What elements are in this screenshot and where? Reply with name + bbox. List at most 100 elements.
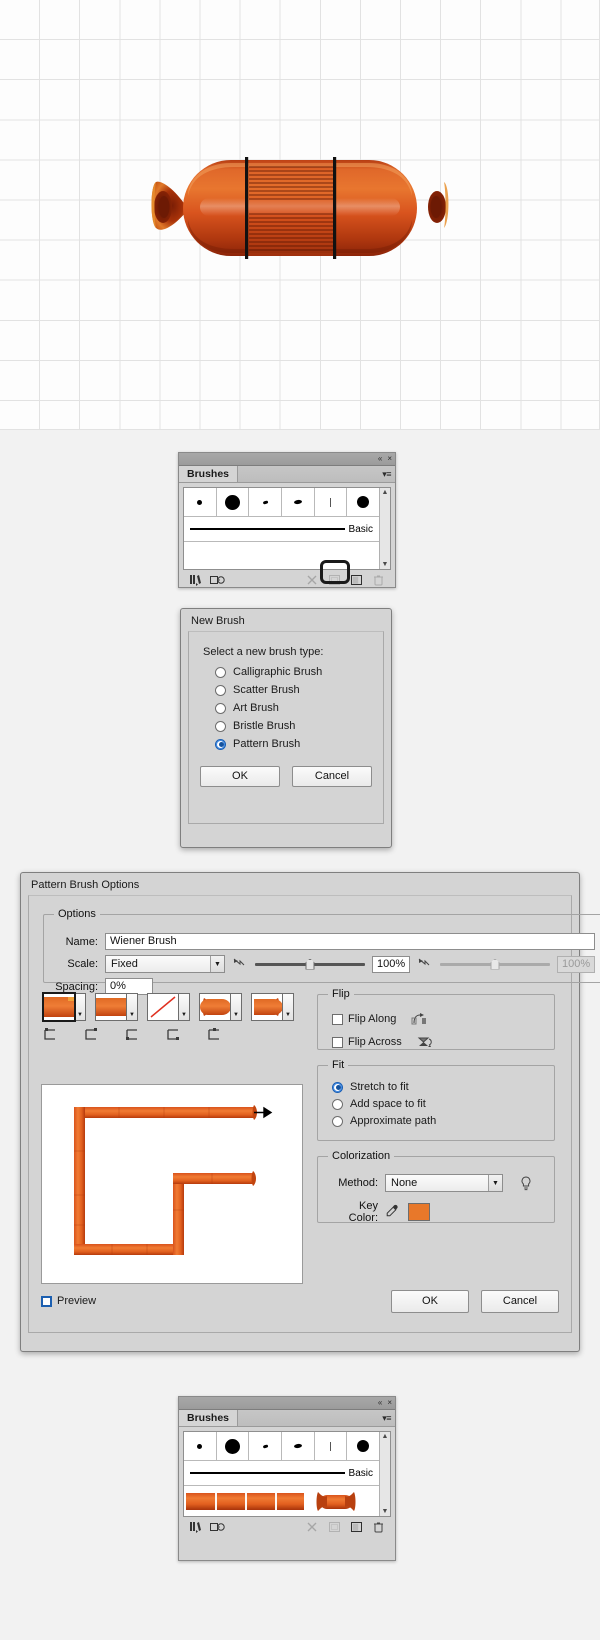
tile-thumbnail[interactable] <box>42 992 76 1022</box>
radio-indicator[interactable] <box>215 720 226 732</box>
brushes-panel-top[interactable]: « × Brushes ▾≡ Basic ▲ ▼ <box>178 452 396 588</box>
brush-swatch-hairline[interactable] <box>315 488 348 516</box>
chevron-down-icon[interactable]: ▼ <box>283 993 294 1021</box>
key-color-swatch[interactable] <box>408 1203 430 1221</box>
brush-list-strip[interactable]: Basic ▲ ▼ <box>183 487 391 570</box>
close-icon[interactable]: × <box>387 455 392 463</box>
brushes-panel-bottom[interactable]: « × Brushes ▾≡ Basic ▲ ▼ <box>178 1396 396 1561</box>
fit-approximate-path[interactable]: Approximate path <box>332 1115 544 1127</box>
brush-swatch-hairline[interactable] <box>315 1432 348 1460</box>
libraries-panel-icon[interactable] <box>207 1519 229 1535</box>
brush-swatch-dot-large[interactable] <box>217 1432 250 1460</box>
preview-checkbox[interactable] <box>41 1295 52 1307</box>
brush-swatch-row[interactable] <box>184 1432 379 1461</box>
artboard-canvas[interactable] <box>0 0 600 430</box>
brush-swatch-comma-medium[interactable] <box>282 1432 315 1460</box>
brush-list-scrollbar[interactable]: ▲ ▼ <box>379 488 390 569</box>
tile-thumbnail[interactable] <box>251 993 283 1021</box>
chevron-down-icon[interactable]: ▼ <box>179 993 190 1021</box>
radio-pattern-brush[interactable]: Pattern Brush <box>215 738 371 750</box>
collapse-icon[interactable]: « <box>378 455 382 463</box>
chevron-down-icon[interactable]: ▼ <box>210 956 224 972</box>
radio-indicator[interactable] <box>332 1115 343 1127</box>
slider-knob[interactable] <box>490 958 500 970</box>
radio-indicator[interactable] <box>215 702 226 714</box>
lightbulb-icon[interactable] <box>520 1176 532 1191</box>
fit-add-space-to-fit[interactable]: Add space to fit <box>332 1098 544 1110</box>
tile-thumbnail[interactable] <box>147 993 179 1021</box>
fit-stretch-to-fit[interactable]: Stretch to fit <box>332 1081 544 1093</box>
tab-brushes[interactable]: Brushes <box>179 1410 239 1426</box>
tile-outer-corner[interactable]: ▼ <box>95 993 138 1021</box>
tile-thumbnail[interactable] <box>95 993 127 1021</box>
tile-inner-corner[interactable]: ▼ <box>147 993 190 1021</box>
wiener-pattern-brush-row[interactable] <box>184 1486 379 1516</box>
cancel-button[interactable]: Cancel <box>481 1290 559 1313</box>
brush-libraries-icon[interactable] <box>185 572 207 588</box>
brush-stroke-basic-row[interactable]: Basic <box>184 517 379 542</box>
delete-brush-icon[interactable] <box>367 1519 389 1535</box>
chevron-down-icon[interactable]: ▼ <box>127 993 138 1021</box>
brush-list-strip[interactable]: Basic ▲ ▼ <box>183 1431 391 1517</box>
tile-thumbnail[interactable] <box>199 993 231 1021</box>
preview-row[interactable]: Preview <box>41 1295 96 1307</box>
brush-stroke-basic-row[interactable]: Basic <box>184 1461 379 1486</box>
brushes-panel-footer[interactable] <box>179 1517 395 1537</box>
panel-tab-row[interactable]: Brushes ▾≡ <box>179 1410 395 1427</box>
eyedropper-icon[interactable] <box>385 1204 401 1221</box>
brush-swatch-dot-tiny[interactable] <box>184 488 217 516</box>
ok-button[interactable]: OK <box>391 1290 469 1313</box>
brush-swatch-dot-tiny[interactable] <box>184 1432 217 1460</box>
delete-brush-icon[interactable] <box>367 572 389 588</box>
brush-swatch-row[interactable] <box>184 488 379 517</box>
panel-tab-row[interactable]: Brushes ▾≡ <box>179 466 395 483</box>
chevron-down-icon[interactable]: ▼ <box>231 993 242 1021</box>
tab-brushes[interactable]: Brushes <box>179 466 239 482</box>
tile-side[interactable]: ▼ <box>42 992 86 1022</box>
radio-bristle-brush[interactable]: Bristle Brush <box>215 720 371 732</box>
brush-swatch-comma-medium[interactable] <box>282 488 315 516</box>
radio-indicator[interactable] <box>215 666 226 678</box>
scroll-down-icon[interactable]: ▼ <box>382 561 389 568</box>
tile-end[interactable]: ▼ <box>251 993 294 1021</box>
radio-indicator[interactable] <box>215 738 226 750</box>
brush-swatch-dot-large[interactable] <box>217 488 250 516</box>
new-brush-button-highlight[interactable] <box>320 560 350 584</box>
radio-indicator[interactable] <box>215 684 226 696</box>
flip-across-row[interactable]: Flip Across <box>332 1035 544 1049</box>
brush-swatch-dot-round[interactable] <box>347 1432 379 1460</box>
slider-knob[interactable] <box>305 958 315 970</box>
radio-scatter-brush[interactable]: Scatter Brush <box>215 684 371 696</box>
close-icon[interactable]: × <box>387 1399 392 1407</box>
brushes-panel-footer[interactable] <box>179 570 395 590</box>
radio-art-brush[interactable]: Art Brush <box>215 702 371 714</box>
panel-titlebar[interactable]: « × <box>179 453 395 466</box>
tile-start[interactable]: ▼ <box>199 993 242 1021</box>
flip-across-checkbox[interactable] <box>332 1036 343 1048</box>
collapse-icon[interactable]: « <box>378 1399 382 1407</box>
scale-slider-secondary[interactable] <box>440 957 550 971</box>
panel-menu-icon[interactable]: ▾≡ <box>382 1413 391 1424</box>
radio-indicator[interactable] <box>332 1098 343 1110</box>
cancel-button[interactable]: Cancel <box>292 766 372 787</box>
radio-indicator[interactable] <box>332 1081 343 1093</box>
new-brush-icon[interactable] <box>345 1519 367 1535</box>
remove-brush-stroke-icon[interactable] <box>301 1519 323 1535</box>
brush-libraries-icon[interactable] <box>185 1519 207 1535</box>
scale-percent-input[interactable]: 100% <box>372 955 410 973</box>
scale-percent-secondary-input[interactable]: 100% <box>557 955 595 973</box>
colorization-method-select[interactable]: None ▼ <box>385 1174 503 1192</box>
brush-swatch-comma-small[interactable] <box>249 488 283 516</box>
brush-swatch-comma-small[interactable] <box>249 1432 283 1460</box>
panel-titlebar[interactable]: « × <box>179 1397 395 1410</box>
options-of-selected-object-icon[interactable] <box>323 1519 345 1535</box>
libraries-panel-icon[interactable] <box>207 572 229 588</box>
radio-calligraphic-brush[interactable]: Calligraphic Brush <box>215 666 371 678</box>
brush-name-input[interactable]: Wiener Brush <box>105 933 595 950</box>
flip-along-row[interactable]: Flip Along <box>332 1012 544 1026</box>
scroll-down-icon[interactable]: ▼ <box>382 1508 389 1515</box>
panel-menu-icon[interactable]: ▾≡ <box>382 469 391 480</box>
scroll-up-icon[interactable]: ▲ <box>382 489 389 496</box>
new-brush-dialog[interactable]: New Brush Select a new brush type: Calli… <box>180 608 392 848</box>
brush-swatch-dot-round[interactable] <box>347 488 379 516</box>
